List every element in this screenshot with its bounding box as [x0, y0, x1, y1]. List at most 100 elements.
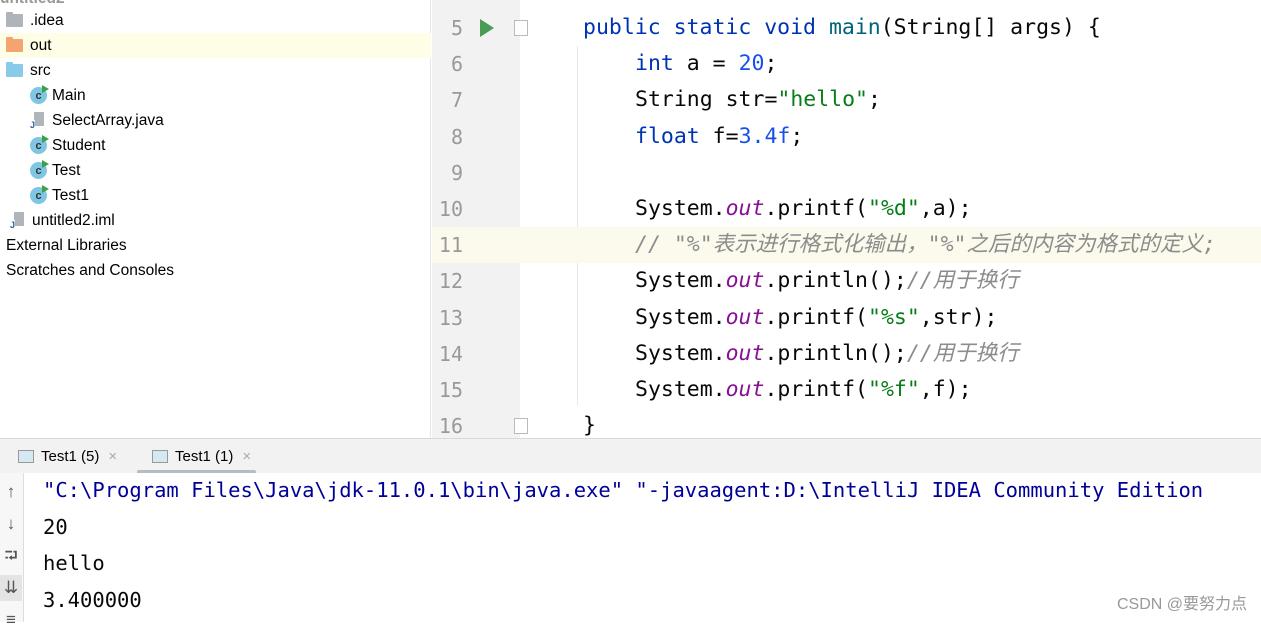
code-token: .println();: [764, 340, 907, 366]
code-token: String str=: [635, 87, 778, 113]
code-token: 3.4f: [738, 123, 791, 149]
run-tab[interactable]: Test1 (1) ×: [136, 439, 257, 474]
code-line[interactable]: 5 public static void main(String[] args) …: [432, 10, 1261, 46]
console-line: 20: [43, 514, 68, 539]
code-token: System.: [635, 268, 726, 294]
code-token: .printf(: [764, 377, 869, 402]
code-token: System.: [635, 196, 726, 221]
fold-marker-icon[interactable]: [514, 418, 528, 435]
code-line[interactable]: 6 int a = 20;: [432, 46, 1261, 82]
code-token: out: [725, 196, 765, 221]
code-text: System.out.printf("%f",f);: [635, 372, 972, 408]
code-token: "%f": [868, 377, 920, 402]
soft-wrap-icon[interactable]: ⮒: [0, 543, 22, 569]
tree-item[interactable]: External Libraries: [0, 233, 431, 258]
console-output[interactable]: "C:\Program Files\Java\jdk-11.0.1\bin\ja…: [25, 473, 1261, 622]
folder-orange-icon: [6, 37, 23, 52]
close-icon[interactable]: ×: [108, 448, 117, 465]
tree-item[interactable]: Scratches and Consoles: [0, 258, 431, 283]
code-token: ,str);: [919, 304, 998, 330]
code-token: .printf(: [764, 304, 869, 330]
tree-item[interactable]: .idea: [0, 8, 431, 33]
print-icon[interactable]: ≡: [0, 607, 22, 633]
fold-marker-icon[interactable]: [514, 20, 528, 36]
line-number: 5: [450, 16, 463, 40]
code-token: System.: [635, 340, 726, 366]
tree-item[interactable]: out: [0, 33, 431, 58]
code-line[interactable]: 15 System.out.printf("%f",f);: [432, 372, 1261, 408]
code-line[interactable]: 13 System.out.printf("%s",str);: [432, 300, 1261, 336]
close-icon[interactable]: ×: [242, 448, 251, 465]
java-class-icon: c: [30, 85, 49, 104]
line-number: 15: [438, 378, 463, 402]
line-number: 11: [438, 233, 463, 258]
code-token: out: [725, 340, 765, 366]
run-tab[interactable]: Test1 (5) ×: [18, 439, 117, 474]
code-line[interactable]: 16}: [432, 408, 1261, 438]
code-token: public static void: [583, 15, 829, 40]
tree-item[interactable]: SelectArray.java: [0, 108, 431, 133]
code-token: int: [635, 51, 687, 77]
tree-root-label: untitled2: [0, 0, 65, 8]
code-token: System.: [635, 304, 726, 330]
code-line[interactable]: 14 System.out.println();//用于换行: [432, 336, 1261, 372]
line-number: 10: [438, 197, 463, 221]
tree-item[interactable]: c Test1: [0, 183, 431, 208]
arrow-down-icon[interactable]: ↓: [0, 511, 22, 537]
run-icon[interactable]: [480, 19, 494, 37]
line-number: 14: [438, 341, 463, 366]
code-line[interactable]: 9: [432, 155, 1261, 191]
console-tab-icon: [152, 450, 168, 463]
code-token: 20: [738, 51, 765, 77]
tree-item[interactable]: c Main: [0, 83, 431, 108]
code-token: "hello": [777, 87, 868, 113]
tree-item[interactable]: untitled2.iml: [0, 208, 431, 233]
code-text: System.out.printf("%d",a);: [635, 191, 972, 227]
code-line[interactable]: 10 System.out.printf("%d",a);: [432, 191, 1261, 227]
console-toolbar: ↑ ↓ ⮒ ⇊ ≡: [0, 473, 24, 629]
tree-item-label: .idea: [30, 11, 64, 29]
code-token: //用于换行: [906, 340, 1019, 366]
code-text: String str="hello";: [635, 82, 881, 118]
code-token: .println();: [764, 268, 907, 294]
run-tabs: Test1 (5) × Test1 (1) ×: [0, 438, 1261, 474]
line-number: 7: [450, 88, 463, 113]
tree-item-label: Scratches and Consoles: [6, 261, 175, 279]
code-token: }: [583, 413, 596, 438]
console-line: 3.400000: [43, 587, 142, 612]
arrow-up-icon[interactable]: ↑: [0, 479, 22, 505]
code-editor[interactable]: 5 public static void main(String[] args) …: [432, 0, 1261, 438]
code-line[interactable]: 7 String str="hello";: [432, 82, 1261, 118]
code-line[interactable]: 8 float f=3.4f;: [432, 119, 1261, 155]
line-number: 9: [450, 160, 463, 185]
code-token: System.: [635, 377, 726, 402]
tree-item-label: Test: [52, 161, 81, 179]
tab-label: Test1 (1): [175, 448, 234, 465]
line-number: 6: [450, 52, 463, 77]
code-token: // "%"表示进行格式化输出，"%"之后的内容为格式的定义;: [635, 232, 1216, 258]
code-token: "%s": [868, 304, 920, 330]
code-token: float: [635, 123, 713, 149]
code-token: a =: [686, 51, 739, 77]
code-text: float f=3.4f;: [635, 119, 803, 155]
java-file-icon: [30, 111, 47, 130]
line-number: 12: [438, 269, 463, 294]
tree-item[interactable]: src: [0, 58, 431, 83]
line-number: 13: [438, 305, 463, 330]
code-token: out: [725, 377, 765, 402]
code-line[interactable]: 11 // "%"表示进行格式化输出，"%"之后的内容为格式的定义;: [432, 227, 1261, 264]
code-line[interactable]: 12 System.out.println();//用于换行: [432, 263, 1261, 299]
tree-item[interactable]: c Test: [0, 158, 431, 183]
tree-item[interactable]: c Student: [0, 133, 431, 158]
tree-item-label: src: [30, 61, 51, 79]
console-line: "C:\Program Files\Java\jdk-11.0.1\bin\ja…: [43, 478, 1204, 502]
tab-label: Test1 (5): [41, 448, 100, 465]
scroll-to-end-icon[interactable]: ⇊: [0, 575, 22, 601]
folder-gray-icon: [6, 12, 23, 27]
project-tree: untitled2 .idea out src cMainSelectArray.jav…: [0, 0, 431, 438]
code-token: ,f);: [919, 377, 972, 402]
code-text: }: [583, 408, 596, 438]
code-token: ;: [790, 123, 804, 149]
java-class-icon: c: [30, 185, 49, 204]
code-text: public static void main(String[] args) {: [583, 10, 1101, 46]
